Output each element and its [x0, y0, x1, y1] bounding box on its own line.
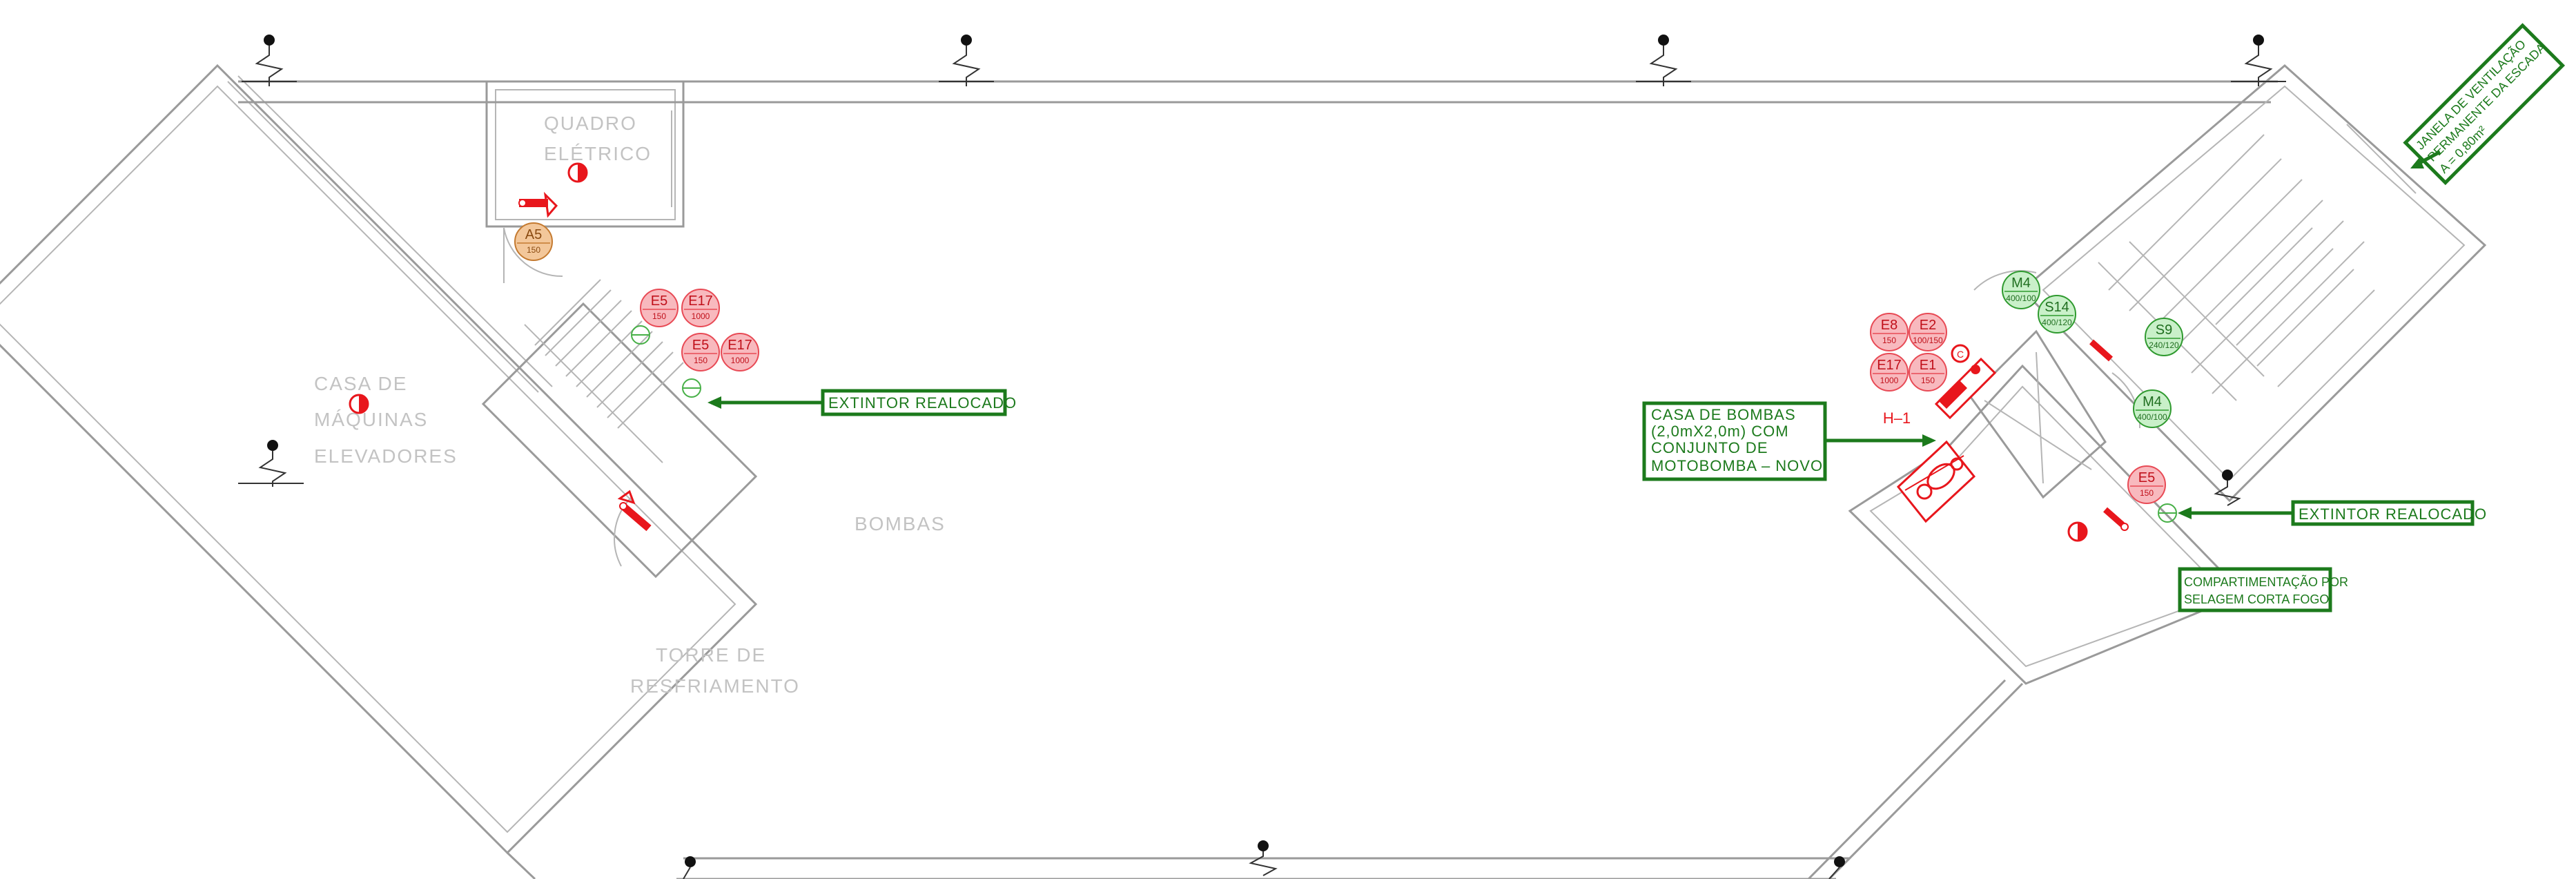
- compartimentacao-callout-line-1: COMPARTIMENTAÇÃO POR: [2184, 574, 2348, 589]
- badge-capacity: 150: [652, 311, 666, 321]
- casa-bombas-callout-line-2: (2,0mX2,0m) COM: [1651, 423, 1789, 440]
- badge-code: M4: [2011, 276, 2031, 291]
- badge-e5-c: E5150: [2127, 465, 2166, 504]
- badge-capacity: 1000: [731, 356, 750, 365]
- badge-capacity: 400/100: [2006, 293, 2036, 303]
- extintor-callout-right-text: EXTINTOR REALOCADO: [2299, 505, 2487, 523]
- badge-capacity: 1000: [692, 311, 710, 321]
- casa-bombas-walls: [1848, 329, 2245, 685]
- compartimentacao-callout-line-2: SELAGEM CORTA FOGO: [2184, 592, 2329, 606]
- badge-e8: E8150: [1870, 313, 1909, 351]
- extinguisher-sign-icon: [617, 490, 652, 532]
- compartimentacao-callout: COMPARTIMENTAÇÃO POR SELAGEM CORTA FOGO: [2178, 567, 2348, 612]
- badge-capacity: 100/150: [1913, 336, 1943, 345]
- casa-maquinas-label-3: ELEVADORES: [314, 445, 458, 467]
- quadro-eletrico-label-2: ELÉTRICO: [544, 143, 652, 164]
- badge-capacity: 400/120: [2042, 318, 2072, 327]
- badge-e17-c: E17 1000: [1870, 353, 1909, 392]
- left-stair-core: [481, 279, 758, 579]
- badge-capacity: 150: [1882, 336, 1896, 345]
- torre-label-2: RESFRIAMENTO: [630, 675, 800, 697]
- badge-code: E17: [728, 338, 752, 353]
- badge-capacity: 150: [527, 245, 540, 255]
- motor-pump-icon: [1896, 440, 1976, 523]
- badge-code: E17: [1877, 358, 1902, 373]
- badge-code: E5: [2138, 470, 2155, 485]
- break-marker: [2231, 35, 2286, 86]
- extinguisher-sign-icon: [2103, 507, 2129, 531]
- badge-e5-a: E5150: [640, 289, 679, 327]
- badge-code: S14: [2045, 300, 2069, 315]
- break-marker: [242, 35, 297, 86]
- relocated-extinguisher-marker: [631, 325, 650, 345]
- badge-code: S9: [2156, 322, 2172, 338]
- extinguisher-sign-icon: [518, 191, 558, 218]
- lighting-icon: [2067, 521, 2088, 542]
- casa-bombas-callout-line-3: CONJUNTO DE: [1651, 439, 1768, 456]
- break-marker: [939, 35, 994, 86]
- badge-e17-b: E17 1000: [721, 333, 759, 371]
- lighting-icon: [349, 394, 369, 414]
- break-marker: [1828, 856, 1845, 879]
- svg-text:C: C: [1957, 349, 1964, 360]
- badge-e2: E2 100/150: [1909, 313, 1947, 351]
- relocated-extinguisher-marker: [682, 378, 701, 398]
- badge-s9: S9 240/120: [2145, 318, 2183, 356]
- badge-e1: E1150: [1909, 353, 1947, 392]
- relocated-extinguisher-marker: [2158, 503, 2177, 523]
- badge-code: E5: [692, 338, 709, 353]
- extintor-callout-right: EXTINTOR REALOCADO: [2178, 500, 2487, 526]
- extintor-callout-left-text: EXTINTOR REALOCADO: [828, 394, 1017, 412]
- badge-s14: S14 400/120: [2038, 295, 2076, 334]
- badge-a5: A5150: [514, 222, 553, 261]
- lighting-icon: [567, 162, 588, 183]
- break-marker: [2214, 470, 2241, 506]
- badge-code: A5: [525, 227, 542, 242]
- badge-e5-b: E5150: [681, 333, 720, 371]
- badge-capacity: 1000: [1880, 376, 1899, 385]
- torre-label-1: TORRE DE: [656, 644, 766, 666]
- break-marker: [1636, 35, 1691, 86]
- badge-code: E8: [1881, 318, 1897, 333]
- break-marker: [683, 856, 696, 879]
- badge-code: E17: [688, 293, 713, 309]
- extintor-callout-left: EXTINTOR REALOCADO: [708, 389, 1017, 416]
- break-marker: [238, 440, 304, 487]
- badge-capacity: 150: [2140, 488, 2154, 498]
- badge-m4-a: M4 400/100: [2002, 271, 2040, 309]
- floor-plan: QUADRO ELÉTRICO CASA DE MÁQUINAS ELEVADO…: [0, 23, 2566, 879]
- badge-code: E2: [1920, 318, 1936, 333]
- right-stair-wing: [1973, 64, 2487, 503]
- hydrant-label: H–1: [1883, 409, 1911, 427]
- badge-code: E5: [651, 293, 667, 309]
- badge-capacity: 400/100: [2137, 412, 2167, 422]
- badge-capacity: 150: [1921, 376, 1935, 385]
- bombas-label: BOMBAS: [855, 513, 946, 534]
- quadro-eletrico-label-1: QUADRO: [544, 113, 637, 134]
- badge-e17-a: E17 1000: [681, 289, 720, 327]
- casa-bombas-callout-line-1: CASA DE BOMBAS: [1651, 406, 1796, 423]
- badge-m4-b: M4 400/100: [2133, 389, 2172, 428]
- badge-code: E1: [1920, 358, 1936, 373]
- casa-bombas-callout-line-4: MOTOBOMBA – NOVO: [1651, 457, 1823, 474]
- quadro-eletrico-walls: [485, 80, 685, 283]
- extinguisher-sign-icon: [2089, 339, 2113, 362]
- badge-capacity: 150: [694, 356, 708, 365]
- casa-maquinas-label-1: CASA DE: [314, 373, 407, 394]
- badge-code: M4: [2143, 394, 2162, 409]
- casa-maquinas-label-2: MÁQUINAS: [314, 409, 428, 430]
- badge-capacity: 240/120: [2149, 340, 2179, 350]
